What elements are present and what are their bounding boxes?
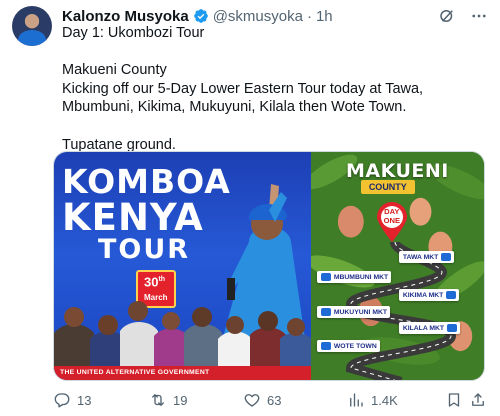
share-icon bbox=[472, 393, 484, 406]
stop-label: MBUMBUNI MKT bbox=[333, 273, 389, 281]
bus-icon bbox=[446, 291, 457, 299]
poster-footer: THE UNITED ALTERNATIVE GOVERNMENT bbox=[54, 366, 311, 380]
author-handle[interactable]: @skmusyoka bbox=[213, 8, 303, 25]
poster-title-line2: KENYA bbox=[62, 196, 204, 239]
repost-icon bbox=[152, 394, 164, 406]
map-title: MAKUENI bbox=[345, 160, 449, 182]
route-stop: KILALA MKT bbox=[398, 322, 461, 334]
supporters-crowd bbox=[54, 301, 311, 366]
repost-button[interactable]: 19 bbox=[149, 391, 187, 409]
post-text: Day 1: Ukombozi Tour Makueni County Kick… bbox=[62, 25, 424, 153]
bus-icon bbox=[320, 308, 331, 316]
grok-icon[interactable] bbox=[438, 7, 456, 25]
separator: · bbox=[306, 7, 312, 25]
bus-icon bbox=[320, 273, 331, 281]
verified-badge-icon bbox=[193, 9, 208, 23]
stop-label: TAWA MKT bbox=[402, 253, 439, 261]
stop-label: KILALA MKT bbox=[402, 324, 445, 332]
route-stop: WOTE TOWN bbox=[316, 340, 380, 352]
reply-button[interactable]: 13 bbox=[53, 391, 91, 409]
reply-icon bbox=[54, 393, 70, 408]
stop-label: WOTE TOWN bbox=[333, 342, 377, 350]
like-button[interactable]: 63 bbox=[243, 391, 281, 409]
reply-count: 13 bbox=[77, 392, 92, 408]
route-stop: TAWA MKT bbox=[398, 251, 455, 263]
author-avatar[interactable] bbox=[12, 6, 52, 46]
like-count: 63 bbox=[267, 392, 282, 408]
repost-count: 19 bbox=[173, 392, 188, 408]
route-map-poster: MAKUENI COUNTY DAY ONE TAWA MKT MBUMBUNI… bbox=[310, 152, 484, 380]
author-name[interactable]: Kalonzo Musyoka bbox=[62, 8, 189, 25]
more-icon[interactable] bbox=[470, 7, 488, 25]
pin-label: DAY ONE bbox=[375, 207, 409, 225]
share-button[interactable] bbox=[469, 391, 487, 409]
route-stop: KIKIMA MKT bbox=[398, 289, 460, 301]
views-button[interactable]: 1.4K bbox=[347, 391, 398, 409]
views-icon bbox=[350, 393, 363, 407]
route-stop: MBUMBUNI MKT bbox=[316, 271, 392, 283]
bus-icon bbox=[441, 253, 452, 261]
map-subtitle: COUNTY bbox=[360, 180, 415, 194]
pin-label-line2: ONE bbox=[383, 215, 401, 225]
stop-label: MUKUYUNI MKT bbox=[333, 308, 388, 316]
route-stop: MUKUYUNI MKT bbox=[316, 306, 391, 318]
heart-icon bbox=[244, 394, 260, 407]
bus-icon bbox=[447, 324, 458, 332]
tour-poster: KOMBOA KENYA TOUR 30th March THE UNITED … bbox=[54, 152, 311, 380]
views-count: 1.4K bbox=[371, 392, 398, 408]
bus-icon bbox=[320, 342, 331, 350]
bookmark-button[interactable] bbox=[445, 391, 463, 409]
engagement-bar: 13 19 63 1.4K bbox=[53, 389, 485, 411]
stop-label: KIKIMA MKT bbox=[402, 291, 444, 299]
post-time[interactable]: 1h bbox=[316, 8, 333, 25]
post-media[interactable]: KOMBOA KENYA TOUR 30th March THE UNITED … bbox=[53, 151, 485, 381]
poster-title-line3: TOUR bbox=[98, 234, 191, 265]
bookmark-icon bbox=[448, 393, 460, 407]
post-header: Kalonzo Musyoka @skmusyoka · 1h bbox=[62, 6, 488, 26]
